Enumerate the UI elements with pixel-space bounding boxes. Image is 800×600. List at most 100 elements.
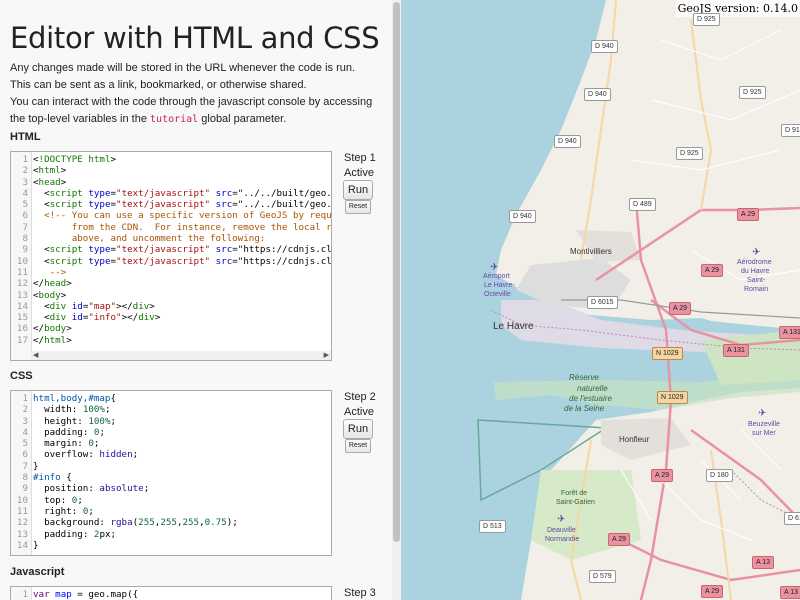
- road-label: A 13: [752, 556, 775, 569]
- code-line[interactable]: 1 <!DOCTYPE html>: [11, 154, 331, 165]
- place-foret-2: Saint-Gatien: [556, 499, 595, 506]
- line-number: 8: [22, 233, 28, 245]
- code-line[interactable]: 14}: [11, 540, 331, 551]
- code-line[interactable]: 17 </html>: [11, 335, 331, 346]
- tutorial-panel: Editor with HTML and CSS Any changes mad…: [0, 0, 393, 600]
- intro-text: Any changes made will be stored in the U…: [10, 62, 356, 91]
- horizontal-scrollbar[interactable]: ◀ ▶: [31, 351, 331, 360]
- code-line[interactable]: 2 <html>: [11, 165, 331, 176]
- code-line[interactable]: 13 <body>: [11, 290, 331, 301]
- airport-icon: ✈: [490, 262, 499, 273]
- scroll-right-icon[interactable]: ▶: [324, 351, 329, 359]
- road-label: D 940: [584, 88, 611, 101]
- code-line[interactable]: 6 overflow: hidden;: [11, 449, 331, 460]
- code-line[interactable]: 6 <!-- You can use a specific version of…: [11, 210, 331, 221]
- panel-scrollbar[interactable]: [392, 0, 401, 600]
- line-number: 11: [16, 266, 28, 278]
- code-line[interactable]: 12 background: rgba(255,255,255,0.75);: [11, 517, 331, 528]
- html-editor[interactable]: 1 <!DOCTYPE html> 2 <html> 3 <head> 4 <script …: [10, 151, 332, 361]
- code-line[interactable]: 12 </head>: [11, 278, 331, 289]
- road-label: A 131: [723, 344, 749, 357]
- reset-button-step-1[interactable]: Reset: [345, 200, 371, 214]
- road-label: A 29: [669, 302, 692, 315]
- code-line[interactable]: 11 -->: [11, 267, 331, 278]
- tutorial-code: tutorial: [150, 114, 199, 125]
- line-number: 5: [22, 438, 28, 450]
- place-deauville-2: Normandie: [545, 536, 580, 543]
- road-label: D 925: [739, 86, 766, 99]
- line-number: 5: [22, 199, 28, 211]
- road-label: D 925: [693, 13, 720, 26]
- step-2-status: Active: [344, 406, 374, 418]
- road-label: A 29: [701, 585, 724, 598]
- road-label: A 131: [779, 326, 800, 339]
- step-1-label: Step 1 Active: [344, 152, 376, 179]
- code-line[interactable]: 8 above, and uncomment the following:: [11, 233, 331, 244]
- js-editor[interactable]: 1 var map = geo.map({: [10, 586, 332, 600]
- scrollbar-thumb[interactable]: [393, 2, 400, 542]
- place-foret: Forêt de: [561, 490, 588, 497]
- road-label: D 6170: [784, 512, 800, 525]
- place-aerodrome-2: du Havre: [741, 268, 770, 275]
- place-aerodrome: Aérodrome: [737, 259, 772, 266]
- line-number: 2: [22, 404, 28, 416]
- js-section-title: Javascript: [10, 566, 65, 578]
- place-deauville: Deauville: [547, 527, 576, 534]
- step-1-status: Active: [344, 167, 374, 179]
- line-number: 3: [22, 176, 28, 188]
- code-line[interactable]: 3 <head>: [11, 177, 331, 188]
- line-number: 2: [22, 165, 28, 177]
- code-line[interactable]: 9 <script type="text/javascript" src="ht…: [11, 244, 331, 255]
- code-line[interactable]: 1 var map = geo.map({: [11, 589, 331, 600]
- html-code[interactable]: 1 <!DOCTYPE html> 2 <html> 3 <head> 4 <script …: [11, 154, 331, 346]
- place-honfleur: Honfleur: [619, 435, 650, 444]
- css-editor[interactable]: 1 html,body,#map{2 width: 100%; 3 height: …: [10, 390, 332, 556]
- road-label: A 29: [701, 264, 724, 277]
- airport-icon: ✈: [758, 408, 767, 419]
- code-line[interactable]: 8 #info {: [11, 472, 331, 483]
- line-number: 14: [16, 539, 28, 551]
- road-label: A 29: [608, 533, 631, 546]
- code-line[interactable]: 15 <div id="info"></div>: [11, 312, 331, 323]
- code-line[interactable]: 5 <script type="text/javascript" src="..…: [11, 199, 331, 210]
- line-number: 6: [22, 449, 28, 461]
- place-le-havre: Le Havre: [493, 321, 534, 332]
- code-line[interactable]: 16 </body>: [11, 323, 331, 334]
- road-label: A 29: [651, 469, 674, 482]
- line-number: 1: [22, 589, 28, 600]
- code-line[interactable]: 9 position: absolute;: [11, 483, 331, 494]
- code-line[interactable]: 4 padding: 0;: [11, 427, 331, 438]
- css-section-title: CSS: [10, 370, 33, 382]
- code-line[interactable]: 7}: [11, 461, 331, 472]
- code-line[interactable]: 3 height: 100%;: [11, 416, 331, 427]
- line-number: 15: [16, 312, 28, 324]
- code-line[interactable]: 10 top: 0;: [11, 495, 331, 506]
- line-number: 8: [22, 472, 28, 484]
- road-label: D 940: [591, 40, 618, 53]
- code-line[interactable]: 1 html,body,#map{: [11, 393, 331, 404]
- line-number: 10: [16, 494, 28, 506]
- place-reserve-4: de la Seine: [564, 404, 605, 413]
- place-aeroport-3: Octeville: [484, 291, 511, 298]
- code-line[interactable]: 10 <script type="text/javascript" src="h…: [11, 256, 331, 267]
- reset-button-step-2[interactable]: Reset: [345, 439, 371, 453]
- code-line[interactable]: 2 width: 100%;: [11, 404, 331, 415]
- road-label: D 925: [676, 147, 703, 160]
- place-beuzeville-2: sur Mer: [752, 430, 776, 437]
- step-2-label: Step 2 Active: [344, 391, 376, 418]
- code-line[interactable]: 5 margin: 0;: [11, 438, 331, 449]
- code-line[interactable]: 7 from the CDN. For instance, remove the…: [11, 222, 331, 233]
- map-view[interactable]: GeoJS version: 0.14.0 Le Havre Montivill…: [401, 0, 800, 600]
- code-line[interactable]: 4 <script type="text/javascript" src="..…: [11, 188, 331, 199]
- line-number: 6: [22, 210, 28, 222]
- run-button-step-1[interactable]: Run: [343, 180, 373, 200]
- code-line[interactable]: 13 padding: 2px;: [11, 529, 331, 540]
- js-code[interactable]: 1 var map = geo.map({: [11, 589, 331, 600]
- road-label: D 513: [479, 520, 506, 533]
- place-aeroport-2: Le Havre-: [484, 282, 515, 289]
- scroll-left-icon[interactable]: ◀: [33, 351, 38, 359]
- css-code[interactable]: 1 html,body,#map{2 width: 100%; 3 height: …: [11, 393, 331, 551]
- run-button-step-2[interactable]: Run: [343, 419, 373, 439]
- code-line[interactable]: 14 <div id="map"></div>: [11, 301, 331, 312]
- code-line[interactable]: 11 right: 0;: [11, 506, 331, 517]
